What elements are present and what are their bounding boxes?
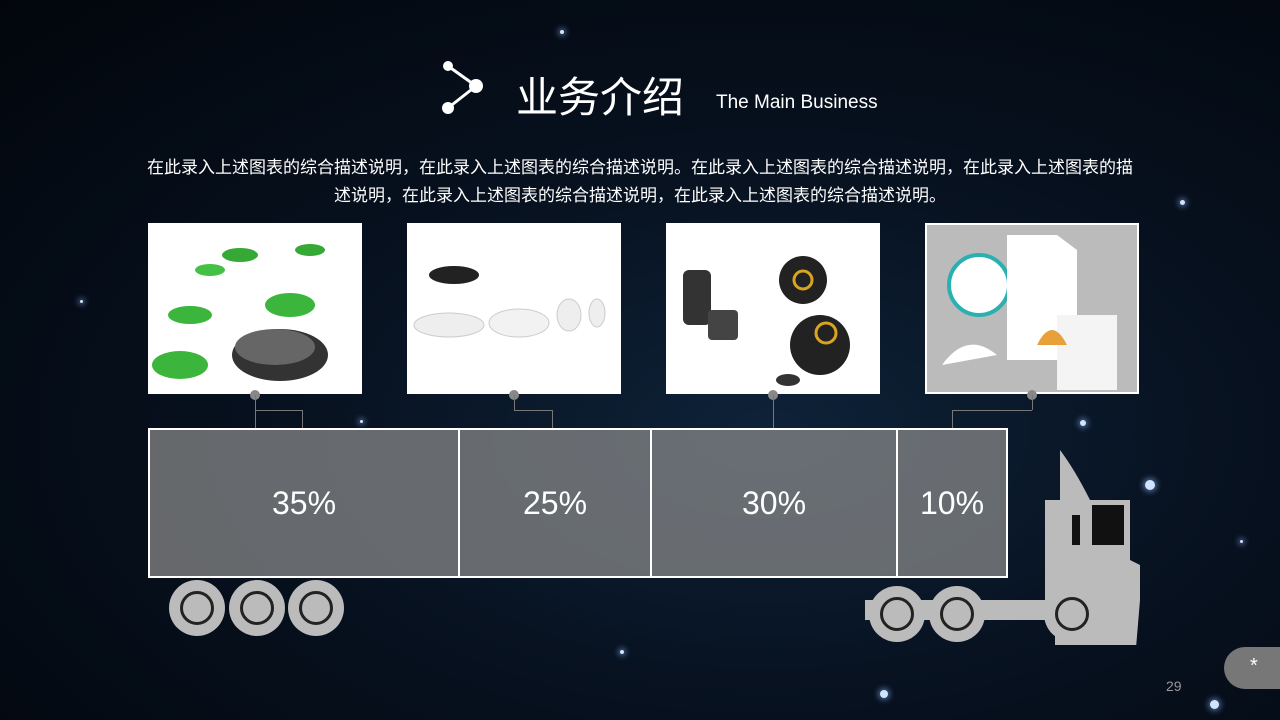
segment-1: 35% [150,430,460,576]
segment-label: 30% [741,484,807,521]
cab-wheel [929,586,985,642]
segment-label: 35% [271,484,337,521]
share-nodes-icon [442,61,483,114]
cab-wheel [869,586,925,642]
trailer-wheel [288,580,344,636]
description-text: 在此录入上述图表的综合描述说明，在此录入上述图表的综合描述说明。在此录入上述图表… [147,158,1133,205]
segment-label: 25% [522,484,588,521]
photo-green-devices [148,223,362,394]
photo-white-devices [407,223,621,394]
page-subtitle: The Main Business [716,92,878,113]
trailer-wheel [169,580,225,636]
photo-brand-mockup [925,223,1139,394]
trailer-wheel [229,580,285,636]
menu-button[interactable]: * [1224,647,1280,689]
cab-wheel [1044,586,1100,642]
photo-gadgets [666,223,880,394]
page-number: 29 [1166,678,1182,694]
page-title: 业务介绍 [516,74,685,121]
segment-2: 25% [460,430,652,576]
